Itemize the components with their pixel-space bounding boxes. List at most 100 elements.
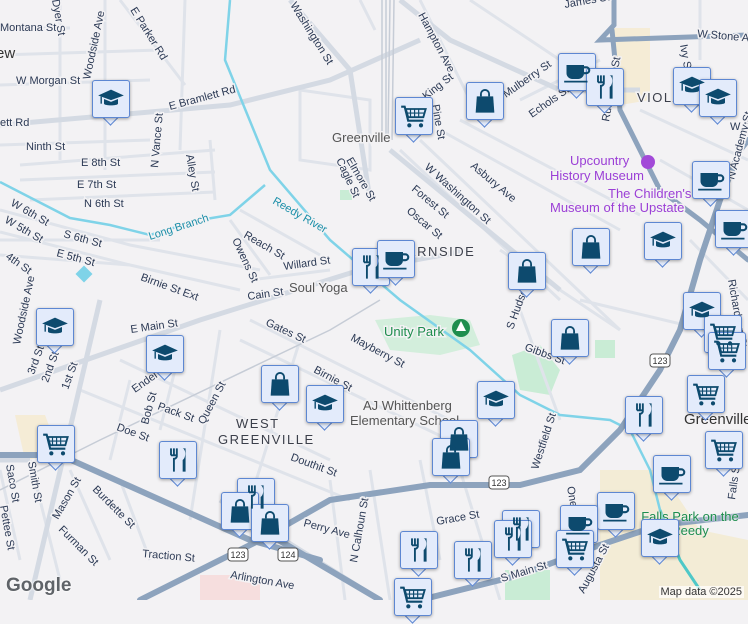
map-marker-restaurant[interactable] xyxy=(400,531,438,577)
street-label: N 6th St xyxy=(84,198,124,210)
restaurant-icon xyxy=(591,73,619,101)
map-marker-school[interactable] xyxy=(306,385,344,431)
map-marker-restaurant[interactable] xyxy=(586,68,624,114)
street-label: W Stone Ave xyxy=(697,28,748,45)
street-label: Woodside Ave xyxy=(11,275,37,346)
park-label-unity: Unity Park xyxy=(384,324,444,339)
restaurant-icon xyxy=(459,546,487,574)
cart-icon xyxy=(561,535,589,563)
street-label: 4th St xyxy=(3,251,33,277)
shopping-bag-icon xyxy=(437,443,465,471)
map-marker-school[interactable] xyxy=(36,308,74,354)
coffee-icon xyxy=(720,215,748,243)
map-marker-shopping-bag[interactable] xyxy=(508,252,546,298)
shopping-bag-icon xyxy=(577,233,605,261)
street-label: Douthit St xyxy=(289,452,339,480)
cart-icon xyxy=(42,430,70,458)
shopping-bag-icon xyxy=(471,87,499,115)
street-label: E 7th St xyxy=(77,179,116,191)
street-label: Birnie St Ext xyxy=(139,272,200,304)
hood-line-2: GREENVILLE xyxy=(218,432,315,447)
street-label: Ninth St xyxy=(26,141,65,153)
map-marker-shopping-bag[interactable] xyxy=(251,504,289,550)
creek-label-long-branch: Long Branch xyxy=(147,212,210,243)
map-marker-restaurant[interactable] xyxy=(625,396,663,442)
street-label: Furman St xyxy=(56,524,101,569)
coffee-icon xyxy=(382,245,410,273)
cart-icon xyxy=(692,380,720,408)
neighborhood-label-fernside: ERNSIDE xyxy=(407,244,475,259)
neighborhood-label-west-greenville: WEST GREENVILLE xyxy=(218,416,315,447)
coffee-icon xyxy=(658,460,686,488)
map-marker-coffee[interactable] xyxy=(692,161,730,207)
map-marker-school[interactable] xyxy=(92,80,130,126)
school-icon xyxy=(482,386,510,414)
map-marker-school[interactable] xyxy=(699,79,737,125)
school-icon xyxy=(678,72,706,100)
coffee-icon xyxy=(697,166,725,194)
street-label: ett Rd xyxy=(0,117,29,129)
hood-line-1: WEST xyxy=(236,416,280,431)
map-marker-school[interactable] xyxy=(146,335,184,381)
map-marker-cart[interactable] xyxy=(556,530,594,576)
school-icon xyxy=(311,390,339,418)
shopping-bag-icon xyxy=(556,324,584,352)
restaurant-icon xyxy=(357,253,385,281)
map-marker-restaurant[interactable] xyxy=(159,441,197,487)
restaurant-icon xyxy=(164,446,192,474)
map-marker-shopping-bag[interactable] xyxy=(551,319,589,365)
map-marker-coffee[interactable] xyxy=(653,455,691,501)
street-label: W Morgan St xyxy=(16,75,80,87)
map-marker-restaurant[interactable] xyxy=(494,520,532,566)
map-marker-shopping-bag[interactable] xyxy=(466,82,504,128)
map-marker-school[interactable] xyxy=(477,381,515,427)
map-marker-cart[interactable] xyxy=(705,431,743,477)
coffee-icon xyxy=(602,497,630,525)
school-line-1: AJ Whittenberg xyxy=(363,398,452,413)
restaurant-icon xyxy=(630,401,658,429)
cart-icon xyxy=(713,337,741,365)
museum-icon xyxy=(641,155,655,169)
svg-text:123: 123 xyxy=(230,550,245,560)
google-logo: Google xyxy=(6,575,72,596)
shopping-bag-icon xyxy=(266,370,294,398)
street-label: Westfield St xyxy=(529,412,558,471)
map-marker-cart[interactable] xyxy=(395,97,433,143)
place-label-soul-yoga: Soul Yoga xyxy=(289,280,348,295)
route-shield-123: 123 xyxy=(488,475,510,490)
restaurant-icon xyxy=(499,525,527,553)
school-icon xyxy=(649,227,677,255)
street-label: James St xyxy=(563,0,610,11)
street-label: E 8th St xyxy=(81,157,120,169)
map-marker-shopping-bag[interactable] xyxy=(432,438,470,484)
route-shield-123: 123 xyxy=(649,353,671,368)
school-icon xyxy=(151,340,179,368)
street-label: E Main St xyxy=(130,317,179,336)
map-marker-shopping-bag[interactable] xyxy=(261,365,299,411)
shopping-bag-icon xyxy=(513,257,541,285)
shopping-bag-icon xyxy=(256,509,284,537)
svg-text:124: 124 xyxy=(280,550,295,560)
map-marker-shopping-bag[interactable] xyxy=(572,228,610,274)
school-icon xyxy=(97,85,125,113)
map-marker-cart[interactable] xyxy=(394,578,432,624)
city-label: ew xyxy=(0,45,15,62)
map-marker-restaurant[interactable] xyxy=(454,541,492,587)
map-marker-cart[interactable] xyxy=(708,332,746,378)
coffee-icon xyxy=(565,510,593,538)
map-marker-cart[interactable] xyxy=(687,375,725,421)
map-marker-school[interactable] xyxy=(641,519,679,565)
map-attribution[interactable]: Map data ©2025 xyxy=(658,586,744,598)
street-label: Cain St xyxy=(247,286,284,303)
map-marker-coffee[interactable] xyxy=(715,210,748,256)
street-label: N Calhoun St xyxy=(348,497,371,564)
school-icon xyxy=(41,313,69,341)
street-label: E Parker Rd xyxy=(127,5,169,62)
river-label-reedy: Reedy River xyxy=(271,195,330,236)
map-marker-cart[interactable] xyxy=(37,425,75,471)
map-marker-coffee[interactable] xyxy=(597,492,635,538)
route-shield-123: 123 xyxy=(227,547,249,562)
museum-label-childrens: The Children's Museum of the Upstate xyxy=(550,186,692,215)
map-marker-school[interactable] xyxy=(644,222,682,268)
street-label: Montana St xyxy=(0,22,56,34)
